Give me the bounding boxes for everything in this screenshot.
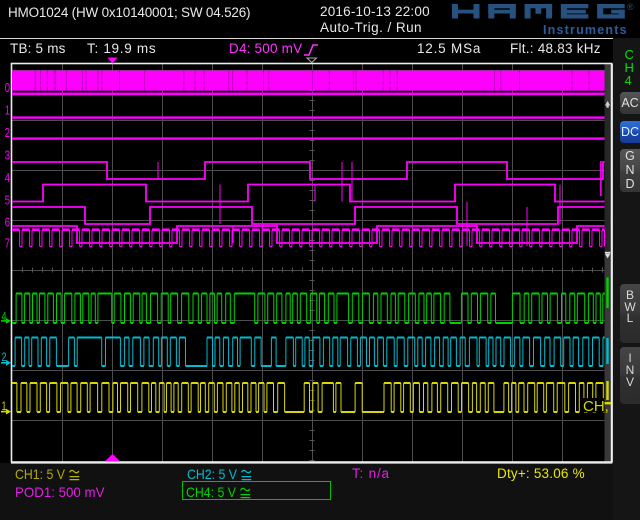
svg-text:0: 0 bbox=[5, 80, 10, 95]
svg-text:4: 4 bbox=[5, 170, 10, 185]
svg-text:2: 2 bbox=[5, 125, 10, 140]
svg-text:5: 5 bbox=[5, 193, 10, 208]
svg-text:6: 6 bbox=[5, 215, 10, 230]
svg-text:1: 1 bbox=[5, 103, 10, 118]
svg-text:3: 3 bbox=[5, 148, 10, 163]
svg-text:7: 7 bbox=[5, 236, 10, 251]
svg-text:CH,: CH, bbox=[583, 398, 609, 415]
